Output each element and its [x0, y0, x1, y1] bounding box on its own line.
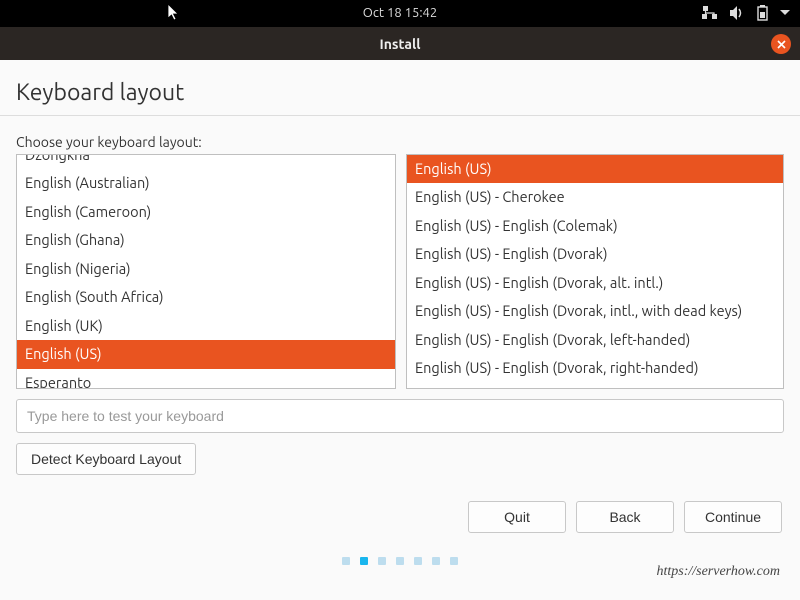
progress-dot: [342, 557, 350, 565]
volume-icon: [730, 6, 745, 20]
layout-item[interactable]: English (Australian): [17, 169, 395, 197]
progress-dot: [432, 557, 440, 565]
variant-item[interactable]: English (US) - English (Dvorak, intl., w…: [407, 297, 783, 325]
battery-icon: [757, 5, 768, 21]
divider: [0, 115, 800, 116]
system-tray[interactable]: [702, 5, 790, 21]
variant-item[interactable]: English (US) - Cherokee: [407, 183, 783, 211]
layout-item[interactable]: English (UK): [17, 312, 395, 340]
variant-item[interactable]: English (US) - English (Dvorak, left-han…: [407, 326, 783, 354]
detect-layout-button[interactable]: Detect Keyboard Layout: [16, 443, 196, 475]
layout-list[interactable]: DzongkhaEnglish (Australian)English (Cam…: [16, 154, 396, 389]
continue-button[interactable]: Continue: [684, 501, 782, 533]
progress-dot: [378, 557, 386, 565]
progress-dot: [360, 557, 368, 565]
variant-list[interactable]: English (US)English (US) - CherokeeEngli…: [406, 154, 784, 389]
progress-dot: [414, 557, 422, 565]
layout-item[interactable]: English (Ghana): [17, 226, 395, 254]
choose-label: Choose your keyboard layout:: [16, 134, 784, 150]
clock: Oct 18 15:42: [363, 6, 437, 20]
window-title: Install: [380, 36, 421, 52]
watermark: https://serverhow.com: [656, 564, 780, 580]
layout-item[interactable]: English (South Africa): [17, 283, 395, 311]
mouse-cursor-icon: [168, 4, 182, 22]
close-button[interactable]: [771, 34, 791, 54]
back-button[interactable]: Back: [576, 501, 674, 533]
network-icon: [702, 6, 718, 20]
page-title: Keyboard layout: [16, 80, 784, 105]
layout-item[interactable]: English (US): [17, 340, 395, 368]
layout-item[interactable]: English (Nigeria): [17, 255, 395, 283]
chevron-down-icon: [780, 10, 790, 16]
quit-button[interactable]: Quit: [468, 501, 566, 533]
progress-dot: [396, 557, 404, 565]
layout-item[interactable]: Esperanto: [17, 369, 395, 389]
layout-item[interactable]: English (Cameroon): [17, 198, 395, 226]
variant-item[interactable]: English (US) - English (Macintosh): [407, 383, 783, 389]
variant-item[interactable]: English (US) - English (Dvorak, right-ha…: [407, 354, 783, 382]
variant-item[interactable]: English (US) - English (Dvorak): [407, 240, 783, 268]
variant-item[interactable]: English (US) - English (Dvorak, alt. int…: [407, 269, 783, 297]
keyboard-test-input[interactable]: [16, 399, 784, 433]
variant-item[interactable]: English (US): [407, 155, 783, 183]
layout-item[interactable]: Dzongkha: [17, 154, 395, 169]
window-titlebar: Install: [0, 26, 800, 60]
installer-page: Keyboard layout Choose your keyboard lay…: [0, 60, 800, 565]
progress-dot: [450, 557, 458, 565]
variant-item[interactable]: English (US) - English (Colemak): [407, 212, 783, 240]
close-icon: [777, 40, 786, 49]
gnome-topbar: Oct 18 15:42: [0, 0, 800, 26]
